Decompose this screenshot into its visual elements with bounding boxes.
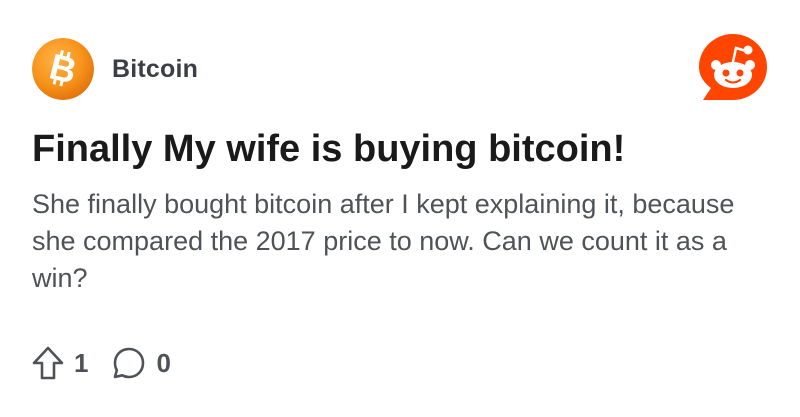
community-name[interactable]: Bitcoin bbox=[112, 55, 198, 84]
post-body: She finally bought bitcoin after I kept … bbox=[32, 189, 735, 293]
comment-bubble-icon bbox=[114, 347, 145, 379]
post-title[interactable]: Finally My wife is buying bitcoin! bbox=[32, 124, 772, 174]
bitcoin-logo-icon[interactable]: B bbox=[32, 38, 94, 100]
reddit-logo-icon bbox=[699, 34, 767, 100]
upvote-arrow-icon bbox=[32, 346, 64, 380]
upvote-count: 1 bbox=[74, 347, 89, 378]
post-card[interactable]: B Bitcoin Finally My wife is buying bitc… bbox=[0, 0, 800, 417]
comment-count: 0 bbox=[156, 347, 171, 378]
comments-button[interactable]: 0 bbox=[112, 346, 171, 380]
upvote-button[interactable]: 1 bbox=[32, 346, 88, 380]
post-actions: 1 0 bbox=[32, 343, 195, 383]
post-header: B Bitcoin bbox=[32, 38, 198, 100]
